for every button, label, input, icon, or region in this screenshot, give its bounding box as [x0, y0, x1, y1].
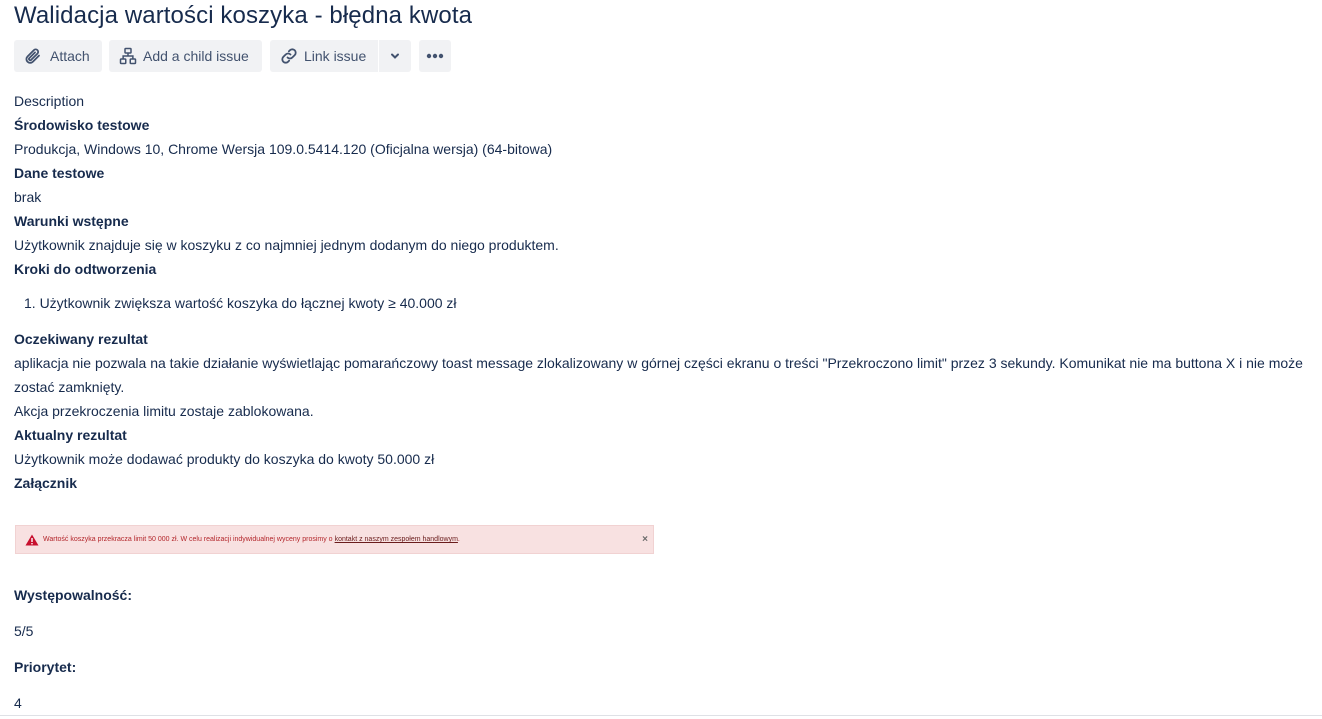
- expected-text: aplikacja nie pozwala na takie działanie…: [14, 355, 1303, 395]
- attach-label: Attach: [50, 48, 90, 64]
- link-issue-label: Link issue: [304, 48, 367, 64]
- actual-text: Użytkownik może dodawać produkty do kosz…: [14, 451, 435, 467]
- add-child-issue-button[interactable]: Add a child issue: [109, 40, 262, 72]
- divider: [0, 715, 1322, 716]
- link-icon: [280, 47, 298, 65]
- preconditions-text: Użytkownik znajduje się w koszyku z co n…: [14, 237, 559, 253]
- env-text: Produkcja, Windows 10, Chrome Wersja 109…: [14, 141, 553, 157]
- description-section[interactable]: Description Środowisko testowe Produkcja…: [14, 89, 1319, 495]
- more-actions-button[interactable]: [419, 40, 451, 72]
- expected-text-2: Akcja przekroczenia limitu zostaje zablo…: [14, 403, 314, 419]
- attachment-period: .: [457, 536, 460, 543]
- link-issue-button[interactable]: Link issue: [270, 40, 378, 72]
- link-issue-split-button: Link issue: [270, 40, 411, 72]
- issue-title[interactable]: Walidacja wartości koszyka - błędna kwot…: [14, 1, 472, 31]
- attachment-screenshot[interactable]: Wartość koszyka przekracza limit 50 000 …: [15, 525, 654, 554]
- attachment-message: Wartość koszyka przekracza limit 50 000 …: [43, 536, 333, 543]
- occurrence-value: 5/5: [14, 623, 34, 639]
- link-issue-dropdown-button[interactable]: [379, 40, 411, 72]
- preconditions-heading: Warunki wstępne: [14, 213, 129, 229]
- test-data-text: brak: [14, 189, 42, 205]
- issue-toolbar: Attach Add a child issue Link issue: [14, 40, 451, 72]
- actual-heading: Aktualny rezultat: [14, 427, 127, 443]
- occurrence-label: Występowalność:: [14, 587, 132, 603]
- chevron-down-icon: [389, 50, 401, 62]
- steps-list: 1. Użytkownik zwiększa wartość koszyka d…: [14, 281, 1319, 327]
- step-item: 1. Użytkownik zwiększa wartość koszyka d…: [24, 295, 457, 311]
- env-heading: Środowisko testowe: [14, 117, 150, 133]
- add-child-issue-label: Add a child issue: [143, 48, 249, 64]
- child-issue-icon: [119, 47, 137, 65]
- steps-heading: Kroki do odtworzenia: [14, 261, 157, 277]
- attachment-heading: Załącznik: [14, 475, 78, 491]
- test-data-heading: Dane testowe: [14, 165, 105, 181]
- expected-heading: Oczekiwany rezultat: [14, 331, 148, 347]
- attach-button[interactable]: Attach: [14, 40, 102, 72]
- more-icon: [426, 53, 444, 59]
- attachment-contact-link: kontakt z naszym zespołem handlowym: [334, 536, 458, 543]
- priority-value: 4: [14, 695, 22, 711]
- warning-icon: [25, 534, 39, 546]
- priority-label: Priorytet:: [14, 659, 77, 675]
- attach-icon: [24, 47, 42, 65]
- description-label: Description: [14, 93, 85, 109]
- close-icon: ×: [642, 534, 648, 545]
